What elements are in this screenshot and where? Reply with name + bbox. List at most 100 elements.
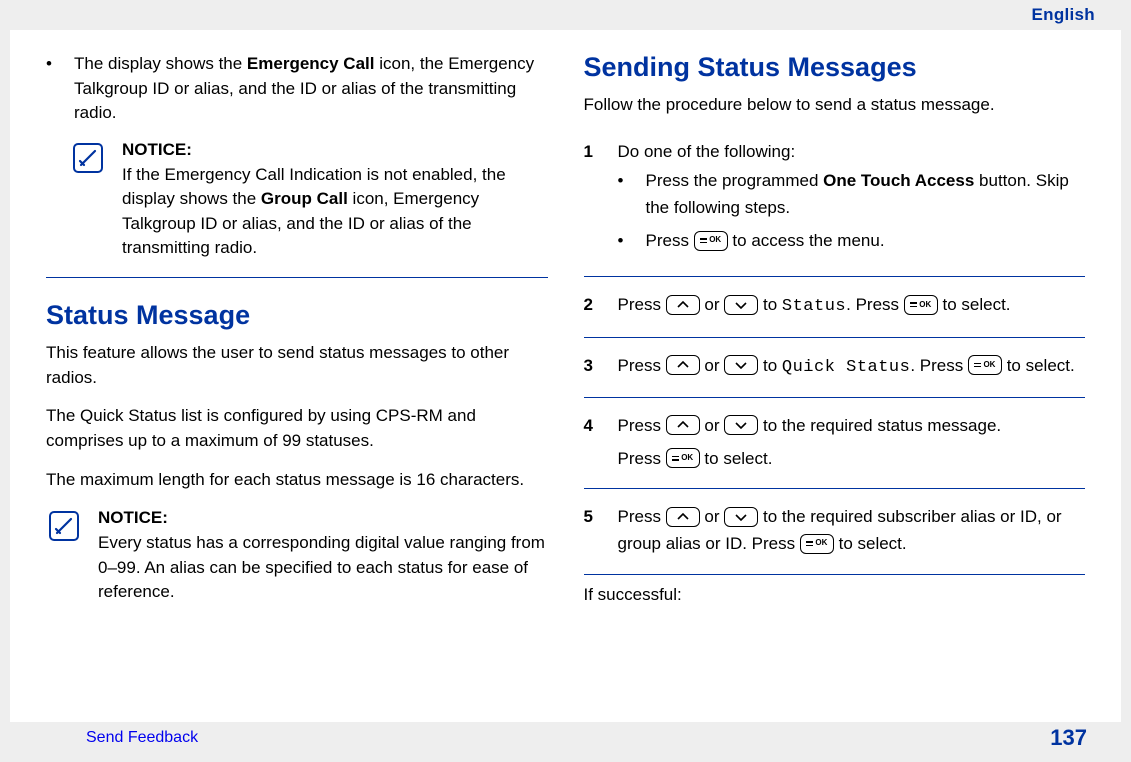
emergency-call-bullet: • The display shows the Emergency Call i…	[46, 52, 548, 126]
send-feedback-link[interactable]: Send Feedback	[86, 729, 198, 747]
sub-bullet: • Press the programmed One Touch Access …	[618, 167, 1086, 221]
content-area: • The display shows the Emergency Call i…	[10, 30, 1121, 722]
text-frag: Press	[618, 416, 666, 435]
step-number: 5	[584, 503, 602, 557]
ok-label: OK	[919, 299, 931, 312]
down-key-icon	[724, 415, 758, 435]
step-number: 4	[584, 412, 602, 472]
notice-icon	[46, 506, 84, 605]
step-4: 4 Press or to the required status messag…	[584, 406, 1086, 480]
step-body: Press or to Quick Status. Press OK to se…	[618, 352, 1086, 381]
page-root: English • The display shows the Emergenc…	[0, 0, 1131, 762]
step-body: Press or to Status. Press OK to select.	[618, 291, 1086, 320]
ok-label: OK	[709, 234, 721, 247]
text-frag: to select.	[839, 534, 907, 553]
text-frag: Press	[646, 231, 694, 250]
sub-bullet: • Press OK to access the menu.	[618, 227, 1086, 254]
menu-item-label: Status	[782, 297, 846, 316]
text-frag: . Press	[910, 356, 968, 375]
paragraph: The Quick Status list is configured by u…	[46, 404, 548, 453]
menu-ok-key-icon: OK	[968, 355, 1002, 375]
down-key-icon	[724, 295, 758, 315]
down-key-icon	[724, 507, 758, 527]
menu-ok-key-icon: OK	[694, 231, 728, 251]
text-frag: to select.	[942, 295, 1010, 314]
sub-bullet-text: Press OK to access the menu.	[646, 227, 885, 254]
text-frag: or	[704, 295, 724, 314]
menu-ok-key-icon: OK	[904, 295, 938, 315]
down-key-icon	[724, 355, 758, 375]
step-number: 2	[584, 291, 602, 320]
text-frag: to access the menu.	[732, 231, 884, 250]
notice-title: NOTICE:	[122, 140, 192, 159]
text-frag: . Press	[846, 295, 904, 314]
heading-status-message: Status Message	[46, 300, 548, 331]
up-key-icon	[666, 295, 700, 315]
step-body: Press or to the required subscriber alia…	[618, 503, 1086, 557]
text-bold: One Touch Access	[823, 171, 974, 190]
text-frag: to	[763, 356, 782, 375]
paragraph: The maximum length for each status messa…	[46, 468, 548, 493]
footer: Send Feedback 137	[0, 722, 1131, 762]
step-divider	[584, 574, 1086, 575]
text-frag: Press	[618, 295, 666, 314]
ok-label: OK	[983, 359, 995, 372]
header-language: English	[1032, 5, 1096, 25]
step-divider	[584, 276, 1086, 277]
step-3: 3 Press or to Quick Status. Press OK to …	[584, 346, 1086, 389]
text-frag: Press	[618, 449, 666, 468]
text-frag: or	[704, 356, 724, 375]
left-column: • The display shows the Emergency Call i…	[46, 52, 548, 722]
text-frag: to select.	[1007, 356, 1075, 375]
step-body: Do one of the following: • Press the pro…	[618, 138, 1086, 261]
bullet-dot-icon: •	[618, 227, 632, 254]
page-number: 137	[1050, 725, 1087, 751]
notice-block: NOTICE: If the Emergency Call Indication…	[70, 138, 548, 261]
text-frag: Press the programmed	[646, 171, 824, 190]
bullet-text: The display shows the Emergency Call ico…	[74, 52, 548, 126]
up-key-icon	[666, 355, 700, 375]
text-frag: to select.	[704, 449, 772, 468]
step-body: Press or to the required status message.…	[618, 412, 1086, 472]
step-divider	[584, 337, 1086, 338]
step-divider	[584, 488, 1086, 489]
up-key-icon	[666, 507, 700, 527]
step-divider	[584, 397, 1086, 398]
up-key-icon	[666, 415, 700, 435]
text-bold: Emergency Call	[247, 54, 375, 73]
if-successful: If successful:	[584, 583, 1086, 608]
text-frag: Press	[618, 507, 666, 526]
notice-body: NOTICE: Every status has a corresponding…	[98, 506, 548, 605]
bullet-dot-icon: •	[618, 167, 632, 221]
text-bold: Group Call	[261, 189, 348, 208]
notice-title: NOTICE:	[98, 508, 168, 527]
bullet-dot-icon: •	[46, 52, 60, 126]
menu-ok-key-icon: OK	[666, 448, 700, 468]
step-1: 1 Do one of the following: • Press the p…	[584, 132, 1086, 269]
text-frag: Every status has a corresponding digital…	[98, 533, 545, 601]
notice-icon	[70, 138, 108, 261]
step-lead: Do one of the following:	[618, 138, 1086, 165]
step-number: 1	[584, 138, 602, 261]
paragraph: This feature allows the user to send sta…	[46, 341, 548, 390]
step-5: 5 Press or to the required subscriber al…	[584, 497, 1086, 565]
text-frag: to	[763, 295, 782, 314]
right-column: Sending Status Messages Follow the proce…	[584, 52, 1086, 722]
header-bar: English	[0, 0, 1131, 30]
notice-block: NOTICE: Every status has a corresponding…	[46, 506, 548, 605]
text-frag: to the required status message.	[763, 416, 1001, 435]
step-number: 3	[584, 352, 602, 381]
text-frag: Press	[618, 356, 666, 375]
sub-bullet-text: Press the programmed One Touch Access bu…	[646, 167, 1086, 221]
heading-sending-status: Sending Status Messages	[584, 52, 1086, 83]
step-2: 2 Press or to Status. Press OK to select…	[584, 285, 1086, 328]
section-divider	[46, 277, 548, 278]
text-frag: or	[704, 416, 724, 435]
text-frag: or	[704, 507, 724, 526]
menu-item-label: Quick Status	[782, 358, 910, 377]
notice-body: NOTICE: If the Emergency Call Indication…	[122, 138, 548, 261]
ok-label: OK	[681, 452, 693, 465]
menu-ok-key-icon: OK	[800, 534, 834, 554]
paragraph: Follow the procedure below to send a sta…	[584, 93, 1086, 118]
ok-label: OK	[815, 537, 827, 550]
